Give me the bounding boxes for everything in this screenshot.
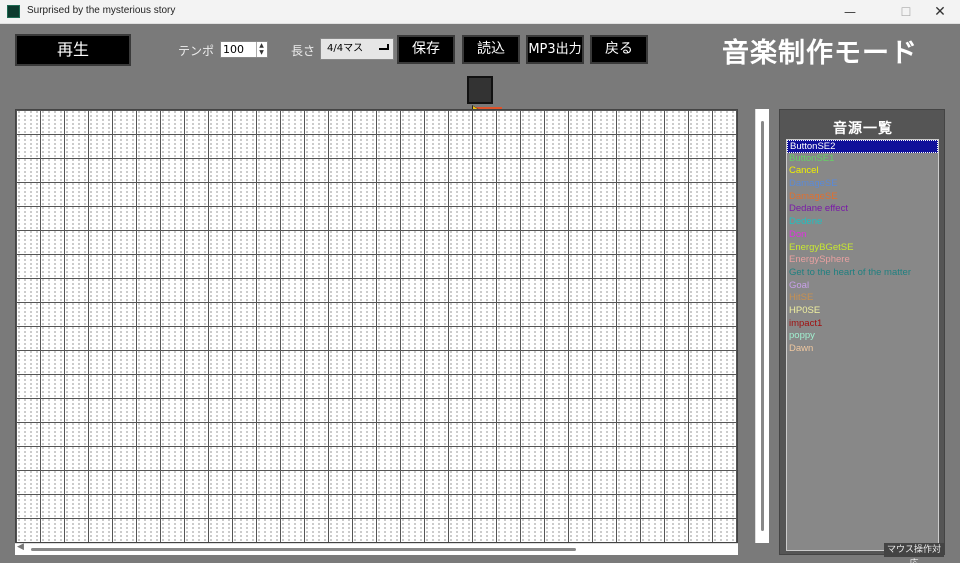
back-button[interactable]: 戻る: [590, 35, 648, 64]
window-title: Surprised by the mysterious story: [27, 5, 176, 16]
sound-list-item[interactable]: Dedane effect: [787, 203, 938, 216]
app-icon: [7, 5, 20, 18]
sound-list-item[interactable]: ButtonSE2: [787, 140, 938, 153]
sound-list-item[interactable]: HP0SE: [787, 305, 938, 318]
sound-list-item[interactable]: DamageSE: [787, 191, 938, 204]
load-button[interactable]: 読込: [462, 35, 520, 64]
vertical-scroll-thumb[interactable]: [761, 121, 764, 531]
length-label: 長さ: [291, 44, 316, 58]
mode-title: 音楽制作モード: [722, 38, 918, 69]
tempo-label: テンポ: [178, 44, 215, 58]
sound-list-item[interactable]: Dedene: [787, 216, 938, 229]
sound-panel: 音源一覧 ButtonSE2 ButtonSE1 Cancel DamageSE Dam…: [779, 109, 945, 555]
save-button[interactable]: 保存: [397, 35, 455, 64]
sound-list-item[interactable]: ButtonSE1: [787, 153, 938, 166]
sound-list-item[interactable]: impact1: [787, 318, 938, 331]
scroll-left-icon[interactable]: ◀: [17, 542, 24, 552]
mouse-support-badge: マウス操作対応: [884, 543, 944, 563]
sound-list-item[interactable]: Get to the heart of the matter: [787, 267, 938, 280]
sound-list-item[interactable]: Don: [787, 229, 938, 242]
play-button[interactable]: 再生: [15, 34, 131, 66]
mp3-export-button[interactable]: MP3出力: [526, 35, 584, 64]
close-button[interactable]: ✕: [918, 2, 960, 22]
dropdown-arrow-icon: [379, 44, 389, 50]
sound-panel-title: 音源一覧: [833, 121, 893, 137]
sound-list-item[interactable]: Cancel: [787, 165, 938, 178]
sound-list[interactable]: ButtonSE2 ButtonSE1 Cancel DamageSE DamageSE…: [786, 139, 939, 551]
title-bar: Surprised by the mysterious story — ☐ ✕: [0, 0, 960, 24]
vertical-scrollbar[interactable]: [755, 109, 769, 543]
playhead-handle[interactable]: [467, 76, 493, 104]
horizontal-scrollbar[interactable]: ◀: [15, 542, 738, 555]
length-select[interactable]: 4/4マス: [320, 38, 394, 60]
sound-list-item[interactable]: DamageSE: [787, 178, 938, 191]
sound-list-item[interactable]: Goal: [787, 280, 938, 293]
minimize-button[interactable]: —: [828, 2, 872, 22]
sound-list-item[interactable]: HitSE: [787, 292, 938, 305]
note-grid[interactable]: [15, 109, 738, 543]
sound-list-item[interactable]: EnergyBGetSE: [787, 242, 938, 255]
sound-list-item[interactable]: poppy: [787, 330, 938, 343]
length-select-value: 4/4マス: [327, 43, 364, 54]
sound-list-item[interactable]: Dawn: [787, 343, 938, 356]
sound-list-item[interactable]: EnergySphere: [787, 254, 938, 267]
horizontal-scroll-thumb[interactable]: [31, 548, 576, 551]
tempo-stepper[interactable]: ▲ ▼: [256, 42, 266, 57]
